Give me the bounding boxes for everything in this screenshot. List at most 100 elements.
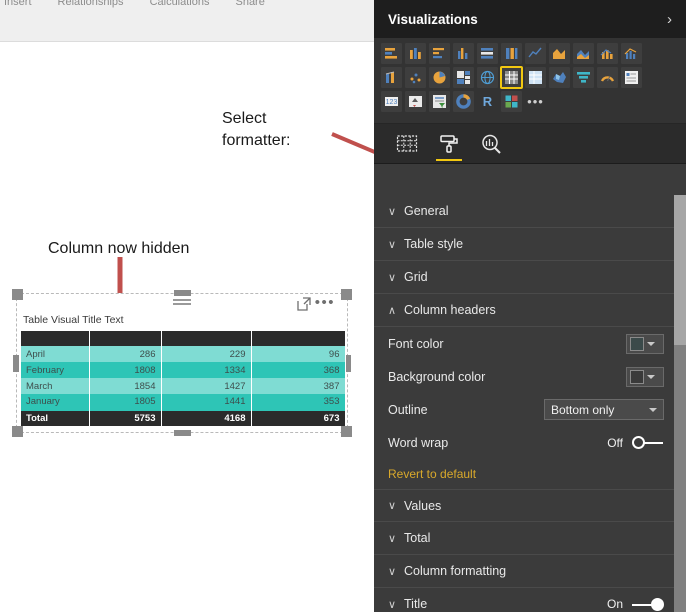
key-influencers-icon[interactable]	[501, 91, 522, 112]
line-and-stacked-column-chart-icon[interactable]	[597, 43, 618, 64]
more-visuals-icon[interactable]: •••	[525, 91, 546, 112]
donut-chart-icon[interactable]	[453, 91, 474, 112]
background-color-picker[interactable]	[626, 366, 664, 387]
resize-handle-right-middle[interactable]	[345, 355, 351, 372]
scrollbar-thumb[interactable]	[674, 195, 686, 345]
scatter-chart-icon[interactable]	[405, 67, 426, 88]
title-toggle[interactable]	[632, 597, 664, 611]
funnel-icon[interactable]	[573, 67, 594, 88]
stacked-bar-chart-icon[interactable]	[381, 43, 402, 64]
section-values[interactable]: ∨ Values	[374, 489, 686, 522]
section-column-formatting[interactable]: ∨ Column formatting	[374, 555, 686, 588]
collapse-panel-icon[interactable]: ›	[667, 11, 672, 28]
table-icon[interactable]	[500, 66, 523, 89]
outline-dropdown[interactable]: Bottom only	[544, 399, 664, 420]
ribbon-tab-insert[interactable]: Insert	[4, 0, 32, 8]
section-general[interactable]: ∨ General	[374, 195, 686, 228]
row-value: 1805	[89, 394, 162, 410]
row-value: 1808	[89, 362, 162, 378]
ribbon-tab-share[interactable]: Share	[235, 0, 264, 8]
ribbon-chart-icon[interactable]	[381, 67, 402, 88]
toggle-track	[632, 603, 652, 606]
ribbon-tab-calculations[interactable]: Calculations	[150, 0, 210, 8]
panel-scrollbar[interactable]	[674, 195, 686, 612]
filled-map-icon[interactable]	[549, 67, 570, 88]
row-label: March	[21, 378, 90, 394]
viz-gallery-row	[381, 43, 679, 64]
viz-gallery-row: 123 R •••	[381, 91, 679, 112]
clustered-column-chart-icon[interactable]	[453, 43, 474, 64]
table-row[interactable]: February 1808 1334 368	[21, 362, 346, 378]
revert-to-default-link[interactable]: Revert to default	[374, 459, 686, 489]
gauge-icon[interactable]	[597, 67, 618, 88]
chevron-down-icon: ∨	[388, 599, 397, 611]
row-value: 353	[251, 394, 346, 410]
hundred-percent-stacked-column-chart-icon[interactable]	[501, 43, 522, 64]
multi-row-card-icon[interactable]	[621, 67, 642, 88]
focus-mode-icon[interactable]	[297, 297, 311, 316]
card-icon[interactable]: 123	[381, 91, 402, 112]
section-grid[interactable]: ∨ Grid	[374, 261, 686, 294]
property-word-wrap: Word wrap Off	[374, 426, 686, 459]
format-tab[interactable]	[430, 125, 468, 163]
column-header-4[interactable]	[251, 331, 346, 346]
resize-handle-bottom-middle[interactable]	[174, 430, 191, 436]
fields-tab[interactable]	[388, 125, 426, 163]
property-label: Word wrap	[388, 435, 449, 450]
property-background-color: Background color	[374, 360, 686, 393]
section-title[interactable]: ∨ Title On	[374, 588, 686, 612]
section-total[interactable]: ∨ Total	[374, 522, 686, 555]
kpi-icon[interactable]	[405, 91, 426, 112]
line-chart-icon[interactable]	[525, 43, 546, 64]
slicer-icon[interactable]	[429, 91, 450, 112]
analytics-tab[interactable]	[472, 125, 510, 163]
table-visual[interactable]: ••• Table Visual Title Text April 286 22…	[12, 289, 352, 437]
color-swatch	[630, 369, 644, 384]
section-label: Column formatting	[404, 564, 507, 578]
stacked-column-chart-icon[interactable]	[405, 43, 426, 64]
column-header-1[interactable]	[21, 331, 90, 346]
matrix-icon[interactable]	[525, 67, 546, 88]
section-label: Title	[404, 597, 428, 611]
r-script-visual-icon[interactable]: R	[477, 91, 498, 112]
column-header-3[interactable]	[161, 331, 252, 346]
clustered-bar-chart-icon[interactable]	[429, 43, 450, 64]
section-label: Total	[404, 531, 431, 545]
property-label: Outline	[388, 402, 428, 417]
resize-handle-bottom-right[interactable]	[341, 426, 352, 437]
hundred-percent-stacked-bar-chart-icon[interactable]	[477, 43, 498, 64]
data-table[interactable]: April 286 229 96 February 1808 1334 368 …	[21, 331, 346, 426]
section-table-style[interactable]: ∨ Table style	[374, 228, 686, 261]
row-value: 229	[161, 346, 252, 362]
stacked-area-chart-icon[interactable]	[573, 43, 594, 64]
resize-handle-bottom-left[interactable]	[12, 426, 23, 437]
area-chart-icon[interactable]	[549, 43, 570, 64]
visual-title: Table Visual Title Text	[23, 314, 124, 326]
map-icon[interactable]	[477, 67, 498, 88]
row-value: 1334	[161, 362, 252, 378]
hamburger-icon[interactable]	[173, 299, 191, 307]
more-options-icon[interactable]: •••	[315, 295, 335, 310]
font-color-picker[interactable]	[626, 333, 664, 354]
resize-handle-left-middle[interactable]	[13, 355, 19, 372]
table-row[interactable]: April 286 229 96	[21, 346, 346, 362]
row-label: January	[21, 394, 90, 410]
toggle-state-label: Off	[607, 435, 623, 450]
row-label: April	[21, 346, 90, 362]
line-and-clustered-column-chart-icon[interactable]	[621, 43, 642, 64]
ribbon-strip: Insert Relationships Calculations Share	[0, 0, 374, 8]
table-header-row[interactable]	[21, 331, 346, 346]
pie-chart-icon[interactable]	[429, 67, 450, 88]
treemap-icon[interactable]	[453, 67, 474, 88]
app-root: Insert Relationships Calculations Share …	[0, 0, 686, 612]
section-column-headers[interactable]: ∧ Column headers	[374, 294, 686, 327]
chevron-down-icon: ∨	[388, 500, 397, 512]
chevron-down-icon: ∨	[388, 205, 397, 218]
format-pane-scroll-area[interactable]: ∨ General ∨ Table style ∨ Grid ∧ Column …	[374, 195, 686, 612]
table-row[interactable]: March 1854 1427 387	[21, 378, 346, 394]
ribbon-tab-relationships[interactable]: Relationships	[58, 0, 124, 8]
column-header-2[interactable]	[89, 331, 162, 346]
word-wrap-toggle[interactable]	[632, 436, 664, 449]
property-outline: Outline Bottom only	[374, 393, 686, 426]
table-row[interactable]: January 1805 1441 353	[21, 394, 346, 410]
